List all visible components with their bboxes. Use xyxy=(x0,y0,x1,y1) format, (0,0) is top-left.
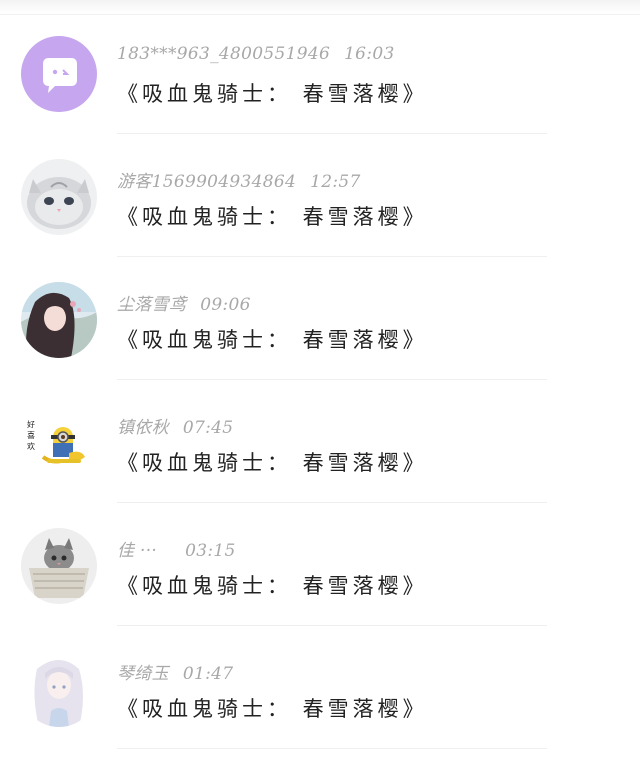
message-text: 《吸血鬼骑士： 春雪落樱》 xyxy=(117,451,428,475)
sender-name: 镇依秋 xyxy=(117,418,169,438)
avatar[interactable] xyxy=(21,651,97,727)
message-text: 《吸血鬼骑士： 春雪落樱》 xyxy=(117,328,428,352)
cat-avatar-icon xyxy=(21,159,97,235)
message-time: 12:57 xyxy=(310,172,361,192)
message-text: 《吸血鬼骑士： 春雪落樱》 xyxy=(117,82,428,106)
sender-name: 尘落雪鸢 xyxy=(117,295,187,315)
sender-meta: 琴绮玉 01:47 xyxy=(117,659,233,684)
list-item[interactable]: 183***963_4800551946 16:03 《吸血鬼骑士： 春雪落樱》 xyxy=(0,0,640,134)
message-time: 07:45 xyxy=(182,418,234,438)
message-time: 16:03 xyxy=(344,44,395,64)
avatar[interactable] xyxy=(21,282,97,358)
sender-meta: 游客1569904934864 12:57 xyxy=(117,167,361,192)
anime-girl-avatar-icon xyxy=(21,282,97,358)
message-text: 《吸血鬼骑士： 春雪落樱》 xyxy=(117,205,428,229)
sender-meta: 佳 ··· 03:15 xyxy=(117,536,236,561)
list-item[interactable]: 佳 ··· 03:15 《吸血鬼骑士： 春雪落樱》 xyxy=(0,492,640,626)
sender-name: 183***963_4800551946 xyxy=(117,44,331,64)
list-item[interactable]: 游客1569904934864 12:57 《吸血鬼骑士： 春雪落樱》 xyxy=(0,123,640,257)
list-item[interactable]: 琴绮玉 01:47 《吸血鬼骑士： 春雪落樱》 xyxy=(0,615,640,749)
minion-caption-char-2: 喜 xyxy=(27,430,35,440)
sender-meta: 尘落雪鸢 09:06 xyxy=(117,290,251,315)
sender-name: 佳 ··· xyxy=(117,541,158,561)
avatar[interactable]: 好 喜 欢 xyxy=(21,405,97,481)
list-item[interactable]: 尘落雪鸢 09:06 《吸血鬼骑士： 春雪落樱》 xyxy=(0,246,640,380)
message-text: 《吸血鬼骑士： 春雪落樱》 xyxy=(117,697,428,721)
kitten-basket-avatar-icon xyxy=(21,528,97,604)
sender-meta: 镇依秋 07:45 xyxy=(117,413,233,438)
sender-name: 游客1569904934864 xyxy=(117,172,297,192)
message-time: 09:06 xyxy=(200,295,251,315)
anime-girl-white-hair-avatar-icon xyxy=(21,651,97,727)
chat-bubble-icon xyxy=(21,36,97,112)
sender-name: 琴绮玉 xyxy=(117,664,169,684)
minion-caption-char-1: 好 xyxy=(27,419,35,429)
list-item[interactable]: 好 喜 欢 镇依秋 07:45 《吸血鬼骑士： 春雪落樱》 xyxy=(0,369,640,503)
avatar[interactable] xyxy=(21,528,97,604)
avatar[interactable] xyxy=(21,36,97,112)
message-text: 《吸血鬼骑士： 春雪落樱》 xyxy=(117,574,428,598)
message-time: 03:15 xyxy=(185,541,236,561)
avatar[interactable] xyxy=(21,159,97,235)
message-time: 01:47 xyxy=(182,664,234,684)
sender-meta: 183***963_4800551946 16:03 xyxy=(117,44,395,64)
minion-avatar-icon: 好 喜 欢 xyxy=(21,405,97,481)
minion-caption-char-3: 欢 xyxy=(27,441,35,451)
divider xyxy=(117,748,547,749)
